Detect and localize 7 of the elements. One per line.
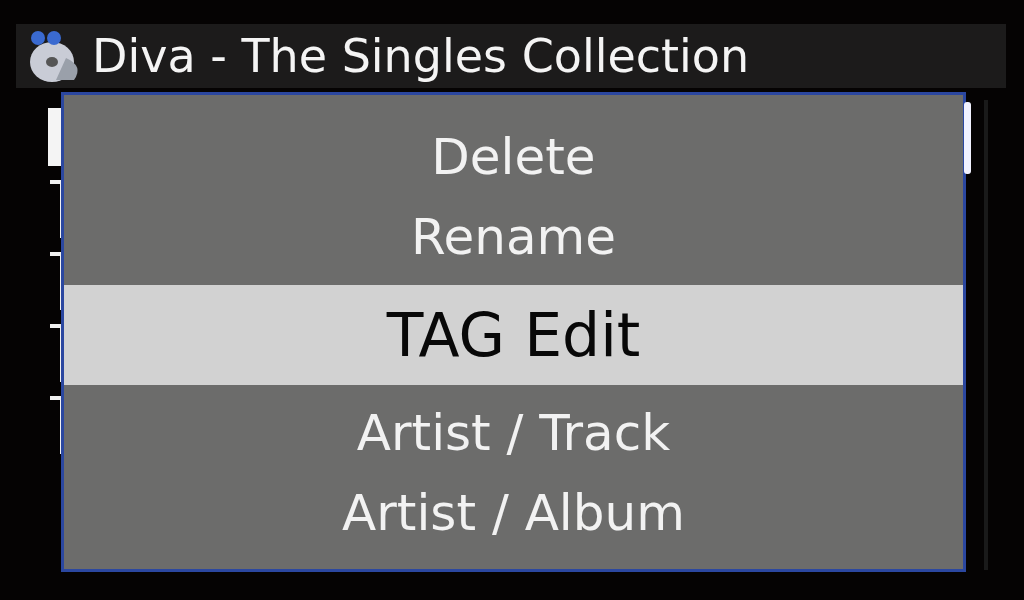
menu-item[interactable]: TAG Edit: [64, 285, 963, 385]
menu-item[interactable]: Delete: [64, 117, 963, 197]
menu-item[interactable]: Artist / Album: [64, 473, 963, 553]
window-title: Diva - The Singles Collection: [92, 29, 750, 83]
menu-item[interactable]: Rename: [64, 197, 963, 277]
scroll-thumb[interactable]: [964, 102, 971, 174]
menu-item[interactable]: Artist / Track: [64, 393, 963, 473]
